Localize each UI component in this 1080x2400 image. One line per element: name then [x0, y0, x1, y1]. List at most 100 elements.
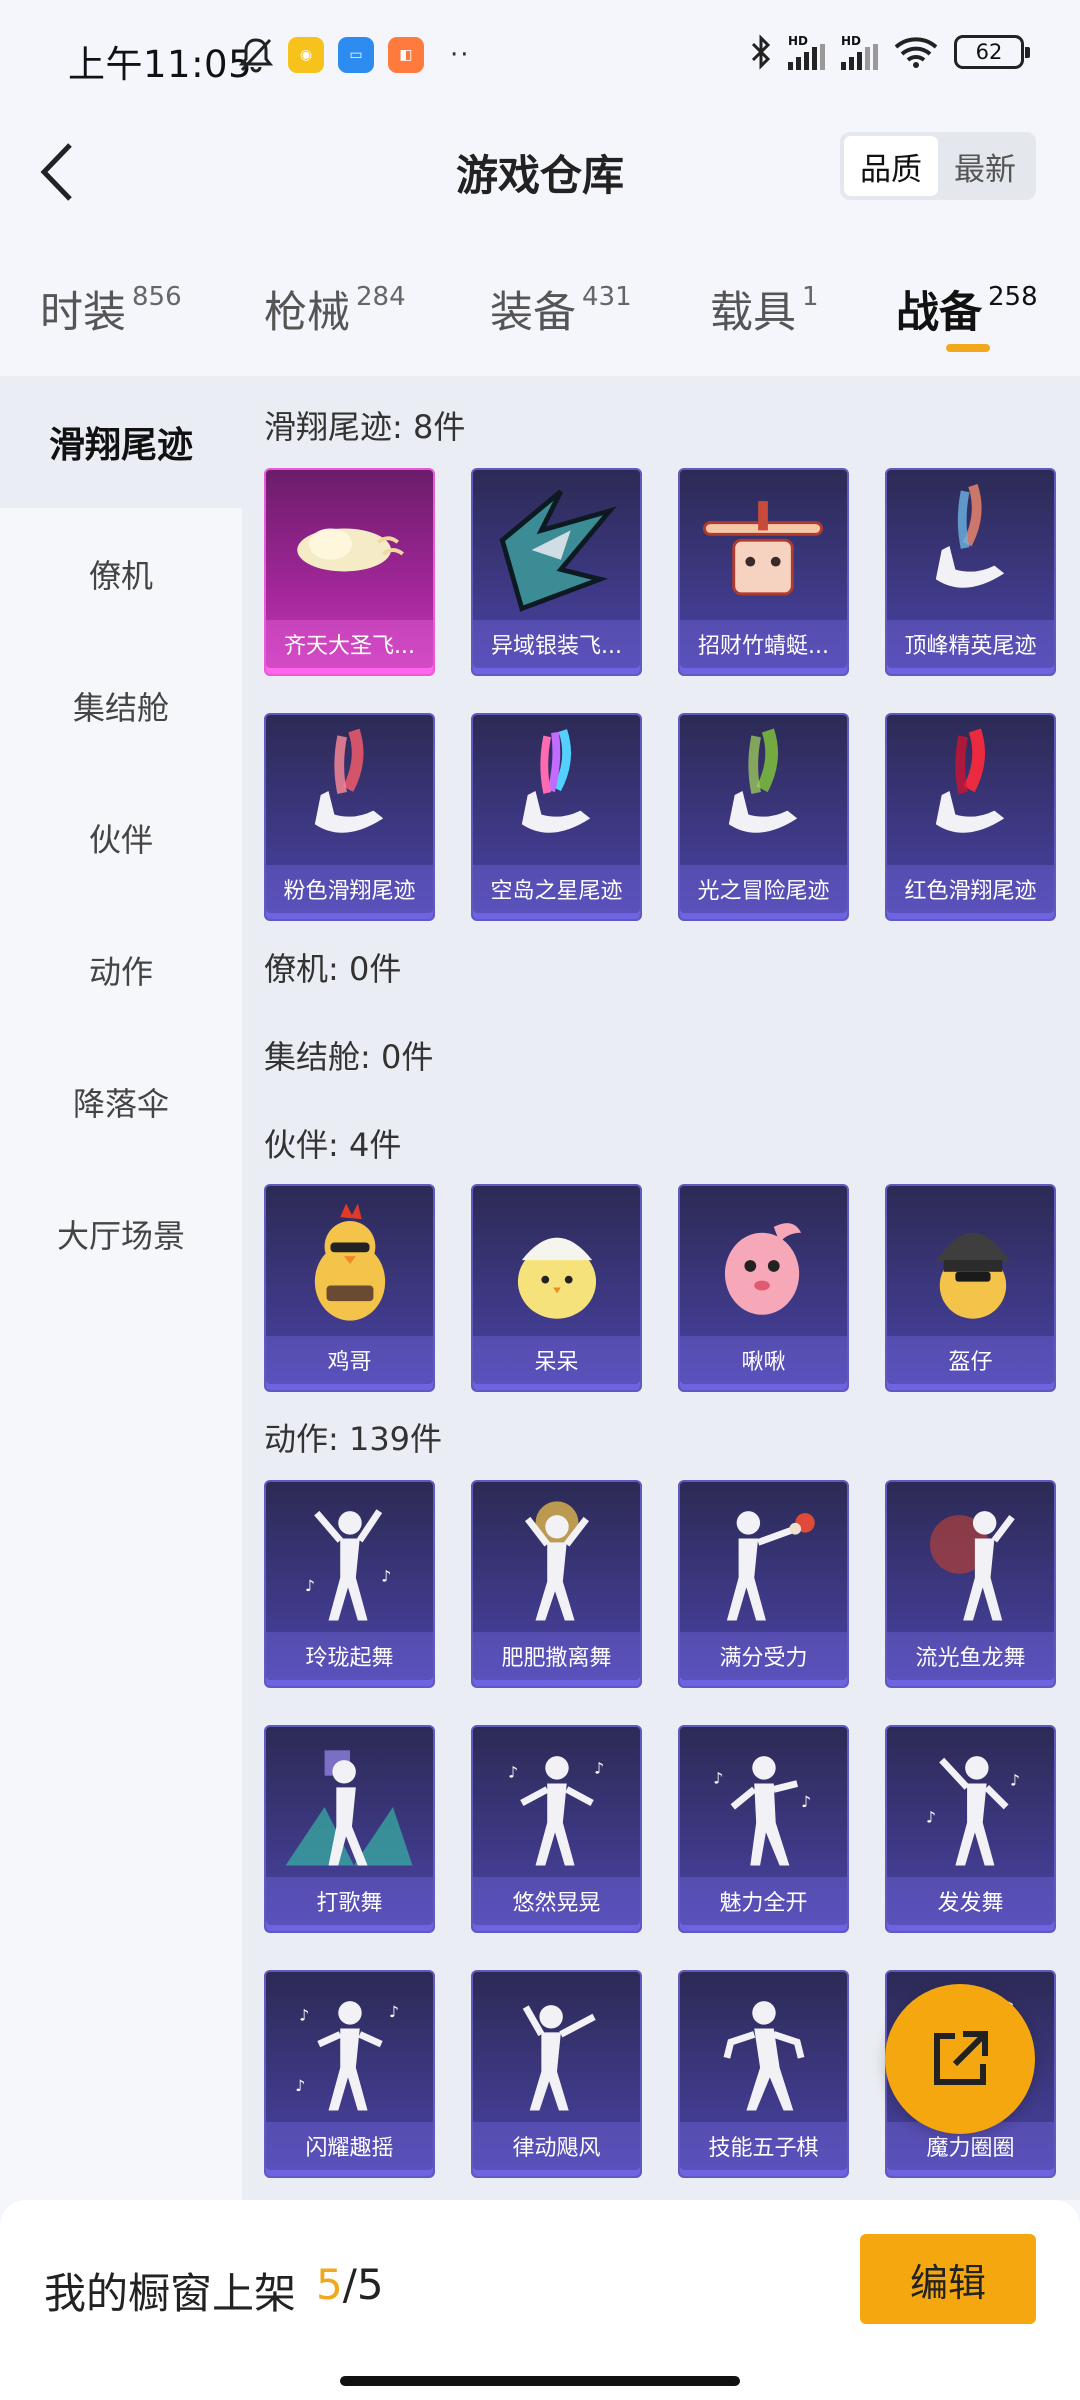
dancer-icon: [887, 1482, 1054, 1638]
external-link-icon: [934, 2031, 988, 2085]
item-name: 鸡哥: [266, 1336, 433, 1384]
sidebar-item-capsule[interactable]: 集结舱: [0, 640, 242, 772]
item-card[interactable]: 肥肥撒离舞: [471, 1480, 642, 1688]
item-name: 打歌舞: [266, 1877, 433, 1925]
flying-figure-icon: [887, 715, 1054, 871]
tab-count: 1: [802, 282, 819, 312]
tab-count: 431: [582, 282, 632, 312]
tab-count: 258: [988, 282, 1038, 312]
rooster-partner-icon: [266, 1186, 433, 1342]
item-card[interactable]: 打歌舞: [264, 1725, 435, 1933]
tab-count: 284: [356, 282, 406, 312]
item-card[interactable]: 盔仔: [885, 1184, 1056, 1392]
flying-figure-icon: [887, 470, 1054, 626]
sidebar-item-lobby-scene[interactable]: 大厅场景: [0, 1168, 242, 1300]
sort-toggle: 品质 最新: [840, 132, 1036, 200]
dancer-icon: ♪ ♪: [887, 1727, 1054, 1883]
sidebar-item-emote[interactable]: 动作: [0, 904, 242, 1036]
dancer-icon: [266, 1727, 433, 1883]
item-card[interactable]: 技能五子棋: [678, 1970, 849, 2178]
pink-bird-partner-icon: [680, 1186, 847, 1342]
sidebar-item-partner[interactable]: 伙伴: [0, 772, 242, 904]
item-name: 呆呆: [473, 1336, 640, 1384]
tab-vehicles[interactable]: 载具 1: [710, 278, 819, 340]
glide-grid: 齐天大圣飞... 异域银装飞... 招财竹蜻蜓... 顶峰精英尾迹 粉色滑翔尾迹…: [264, 468, 1056, 921]
svg-text:♪: ♪: [389, 2003, 399, 2021]
battery-icon: 62: [954, 35, 1030, 69]
more-notifications-icon: ··: [450, 40, 471, 70]
tab-label: 装备: [490, 288, 576, 338]
tab-fashion[interactable]: 时装 856: [40, 278, 182, 340]
item-card[interactable]: 空岛之星尾迹: [471, 713, 642, 921]
section-title-capsule: 集结舱: 0件: [264, 1038, 434, 1076]
svg-text:♪: ♪: [594, 1760, 604, 1778]
svg-text:♪: ♪: [801, 1793, 811, 1811]
item-name: 红色滑翔尾迹: [887, 865, 1054, 913]
flying-figure-icon: [266, 715, 433, 871]
tab-guns[interactable]: 枪械 284: [264, 278, 406, 340]
category-tabs: 时装 856 枪械 284 装备 431 载具 1 战备 258: [0, 248, 1080, 376]
item-card[interactable]: 粉色滑翔尾迹: [264, 713, 435, 921]
edit-button[interactable]: 编辑: [860, 2234, 1036, 2324]
sidebar-item-wingman[interactable]: 僚机: [0, 508, 242, 640]
item-card[interactable]: 满分受力: [678, 1480, 849, 1688]
tab-label: 枪械: [264, 288, 350, 338]
tab-label: 时装: [40, 288, 126, 338]
dancer-icon: [680, 1482, 847, 1638]
item-name: 啾啾: [680, 1336, 847, 1384]
sort-latest-button[interactable]: 最新: [938, 136, 1032, 196]
bamboo-copter-icon: [680, 470, 847, 626]
svg-text:♪: ♪: [305, 1577, 315, 1595]
status-bar: 上午11:05 ◉ ▭ ◧ ·· HD HD 62: [0, 0, 1080, 120]
header: 游戏仓库 品质 最新: [0, 120, 1080, 224]
item-name: 齐天大圣飞...: [266, 620, 433, 668]
section-title-partner: 伙伴: 4件: [264, 1126, 402, 1164]
item-card[interactable]: ♪ ♪ ♪ 闪耀趣摇: [264, 1970, 435, 2178]
sidebar-item-glide-trail[interactable]: 滑翔尾迹: [0, 376, 242, 508]
sort-quality-button[interactable]: 品质: [844, 136, 938, 196]
item-card[interactable]: 顶峰精英尾迹: [885, 468, 1056, 676]
item-card[interactable]: 呆呆: [471, 1184, 642, 1392]
item-name: 粉色滑翔尾迹: [266, 865, 433, 913]
item-name: 异域银装飞...: [473, 620, 640, 668]
item-card[interactable]: 流光鱼龙舞: [885, 1480, 1056, 1688]
item-card[interactable]: 律动飓风: [471, 1970, 642, 2178]
item-card[interactable]: ♪ ♪ 悠然晃晃: [471, 1725, 642, 1933]
item-name: 流光鱼龙舞: [887, 1632, 1054, 1680]
item-card[interactable]: 招财竹蜻蜓...: [678, 468, 849, 676]
item-card[interactable]: ♪ ♪ 发发舞: [885, 1725, 1056, 1933]
item-card[interactable]: 红色滑翔尾迹: [885, 713, 1056, 921]
item-name: 满分受力: [680, 1632, 847, 1680]
tab-label: 载具: [710, 288, 796, 338]
sidebar-item-parachute[interactable]: 降落伞: [0, 1036, 242, 1168]
bottom-bar: 我的橱窗上架 5/5 编辑: [0, 2200, 1080, 2400]
item-card[interactable]: 异域银装飞...: [471, 468, 642, 676]
item-name: 玲珑起舞: [266, 1632, 433, 1680]
share-fab-button[interactable]: [885, 1984, 1035, 2134]
svg-text:♪: ♪: [381, 1567, 391, 1585]
item-card[interactable]: ♪ ♪ 魅力全开: [678, 1725, 849, 1933]
status-left-icons: ◉ ▭ ◧ ··: [238, 36, 471, 74]
chick-partner-icon: [473, 1186, 640, 1342]
showcase-count: 5/5: [316, 2260, 384, 2309]
dancer-icon: ♪ ♪ ♪: [266, 1972, 433, 2128]
item-name: 空岛之星尾迹: [473, 865, 640, 913]
silver-wing-icon: [473, 470, 640, 626]
tab-battle-gear[interactable]: 战备 258: [896, 278, 1038, 340]
bell-off-icon: [238, 38, 274, 73]
flying-figure-icon: [473, 715, 640, 871]
item-card[interactable]: 光之冒险尾迹: [678, 713, 849, 921]
item-card[interactable]: ♪ ♪ 玲珑起舞: [264, 1480, 435, 1688]
app-notification-icon: ◉: [288, 37, 324, 73]
section-title-emote: 动作: 139件: [264, 1420, 443, 1458]
showcase-separator: /: [342, 2260, 357, 2309]
showcase-label: 我的橱窗上架: [44, 2269, 297, 2318]
tab-equipment[interactable]: 装备 431: [490, 278, 632, 340]
sidebar: 滑翔尾迹 僚机 集结舱 伙伴 动作 降落伞 大厅场景: [0, 376, 242, 2200]
item-card[interactable]: 齐天大圣飞...: [264, 468, 435, 676]
item-card[interactable]: 鸡哥: [264, 1184, 435, 1392]
item-list: 滑翔尾迹: 8件 齐天大圣飞... 异域银装飞... 招财竹蜻蜓... 顶峰精英…: [242, 376, 1080, 2200]
wallet-notification-icon: ▭: [338, 37, 374, 73]
item-card[interactable]: 啾啾: [678, 1184, 849, 1392]
home-indicator[interactable]: [340, 2376, 740, 2386]
